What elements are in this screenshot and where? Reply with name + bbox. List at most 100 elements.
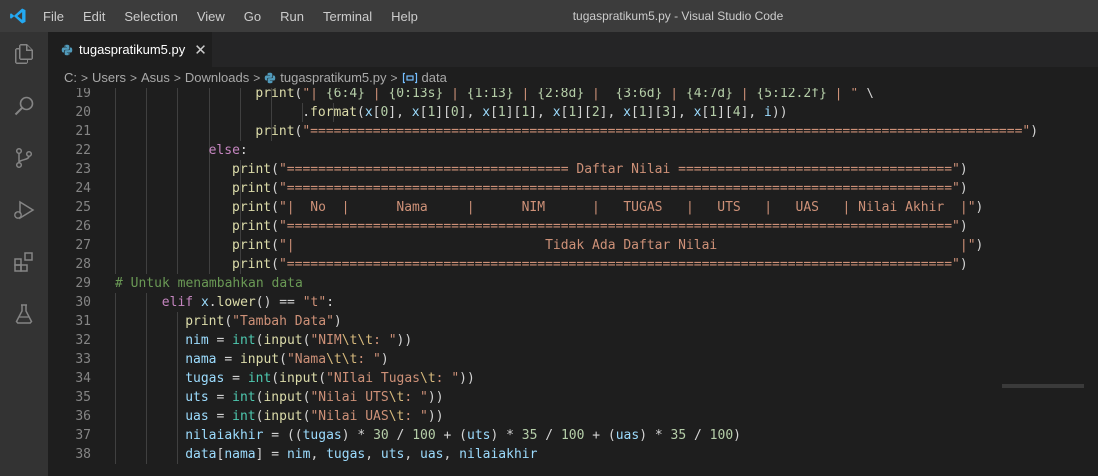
- indent-guide: [208, 179, 210, 198]
- indent-guide: [208, 103, 210, 122]
- code-line[interactable]: 31 print("Tambah Data"): [48, 312, 1098, 331]
- code-text: print("=================================…: [232, 181, 968, 196]
- indent-guide: [177, 255, 179, 274]
- indent-guide: [115, 217, 116, 236]
- line-number: 28: [75, 257, 91, 272]
- indent-guide: [146, 217, 148, 236]
- indent-guide: [146, 388, 148, 407]
- code-line[interactable]: 24 print("===============================…: [48, 179, 1098, 198]
- run-debug-icon[interactable]: [12, 198, 36, 222]
- indent-guide: [271, 103, 272, 122]
- code-line[interactable]: 20 .format(x[0], x[1][0], x[1][1], x[1][2…: [48, 103, 1098, 122]
- line-number: 33: [75, 352, 91, 367]
- code-text: nim = int(input("NIM\t\t: ")): [185, 333, 413, 348]
- source-control-icon[interactable]: [12, 146, 36, 170]
- code-line[interactable]: 26 print("===============================…: [48, 217, 1098, 236]
- files-icon[interactable]: [12, 42, 36, 66]
- horizontal-scrollbar[interactable]: [1002, 384, 1084, 388]
- indent-guide: [146, 255, 148, 274]
- indent-guide: [177, 445, 179, 464]
- variable-symbol-icon: [402, 72, 417, 83]
- code-line[interactable]: 36 uas = int(input("Nilai UAS\t: ")): [48, 407, 1098, 426]
- line-number: 30: [75, 295, 91, 310]
- tab-label: tugaspratikum5.py: [79, 42, 186, 57]
- indent-guide: [115, 350, 116, 369]
- breadcrumb-drive[interactable]: C:: [64, 70, 77, 85]
- indent-guide: [208, 198, 210, 217]
- breadcrumb-file[interactable]: tugaspratikum5.py: [280, 70, 386, 85]
- code-line[interactable]: 38 data[nama] = nim, tugas, uts, uas, nil…: [48, 445, 1098, 464]
- breadcrumb-symbol[interactable]: data: [422, 70, 447, 85]
- indent-guide: [177, 426, 179, 445]
- line-number: 35: [75, 390, 91, 405]
- indent-guide: [208, 122, 210, 141]
- code-line[interactable]: 34 tugas = int(input("NIlai Tugas\t: ")): [48, 369, 1098, 388]
- code-line[interactable]: 30 elif x.lower() == "t":: [48, 293, 1098, 312]
- code-line[interactable]: 33 nama = input("Nama\t\t: "): [48, 350, 1098, 369]
- code-text: # Untuk menambahkan data: [115, 276, 303, 291]
- indent-guide: [177, 141, 179, 160]
- indent-guide: [177, 331, 179, 350]
- indent-guide: [177, 88, 179, 103]
- code-text: print("| No | Nama | NIM | TUGAS | UTS |…: [232, 200, 984, 215]
- code-line[interactable]: 22 else:: [48, 141, 1098, 160]
- code-text: data[nama] = nim, tugas, uts, uas, nilai…: [185, 447, 538, 462]
- breadcrumb-downloads[interactable]: Downloads: [185, 70, 249, 85]
- indent-guide: [146, 236, 148, 255]
- line-number: 24: [75, 181, 91, 196]
- python-file-icon: [61, 44, 73, 55]
- indent-guide: [115, 312, 116, 331]
- indent-guide: [146, 369, 148, 388]
- breadcrumb-users[interactable]: Users: [92, 70, 126, 85]
- indent-guide: [115, 103, 116, 122]
- indent-guide: [115, 293, 116, 312]
- code-line[interactable]: 19 print("| {6:4} | {0:13s} | {1:13} | {2…: [48, 88, 1098, 103]
- search-icon[interactable]: [12, 94, 36, 118]
- code-line[interactable]: 23 print("===============================…: [48, 160, 1098, 179]
- indent-guide: [146, 122, 148, 141]
- code-line[interactable]: 27 print("| Tidak Ada Daftar Nilai |"): [48, 236, 1098, 255]
- indent-guide: [115, 388, 116, 407]
- indent-guide: [146, 160, 148, 179]
- line-number: 29: [75, 276, 91, 291]
- line-number: 20: [75, 105, 91, 120]
- breadcrumb-asus[interactable]: Asus: [141, 70, 170, 85]
- code-line[interactable]: 29 # Untuk menambahkan data: [48, 274, 1098, 293]
- code-text: print("=================================…: [255, 124, 1039, 139]
- code-line[interactable]: 21 print("===============================…: [48, 122, 1098, 141]
- code-line[interactable]: 37 nilaiakhir = ((tugas) * 30 / 100 + (ut…: [48, 426, 1098, 445]
- tab-tugaspratikum5[interactable]: tugaspratikum5.py ✕: [48, 32, 212, 67]
- breadcrumb-separator: >: [173, 70, 181, 85]
- line-number: 38: [75, 447, 91, 462]
- indent-guide: [177, 160, 179, 179]
- indent-guide: [115, 179, 116, 198]
- indent-guide: [239, 88, 241, 103]
- indent-guide: [146, 293, 148, 312]
- window-title: tugaspratikum5.py - Visual Studio Code: [572, 9, 784, 23]
- indent-guide: [177, 369, 179, 388]
- tab-close-icon[interactable]: ✕: [194, 41, 207, 59]
- code-line[interactable]: 28 print("===============================…: [48, 255, 1098, 274]
- code-text: else:: [208, 143, 248, 158]
- indent-guide: [177, 388, 179, 407]
- python-file-icon: [265, 72, 276, 83]
- activity-bar: [0, 32, 48, 476]
- testing-icon[interactable]: [12, 302, 36, 326]
- line-number: 25: [75, 200, 91, 215]
- code-editor[interactable]: 19 print("| {6:4} | {0:13s} | {1:13} | {2…: [48, 88, 1098, 476]
- code-text: print("=================================…: [232, 162, 968, 177]
- code-line[interactable]: 32 nim = int(input("NIM\t\t: ")): [48, 331, 1098, 350]
- code-text: uts = int(input("Nilai UTS\t: ")): [185, 390, 444, 405]
- indent-guide: [146, 179, 148, 198]
- indent-guide: [115, 160, 116, 179]
- indent-guide: [115, 369, 116, 388]
- code-line[interactable]: 25 print("| No | Nama | NIM | TUGAS | UTS…: [48, 198, 1098, 217]
- extensions-icon[interactable]: [12, 250, 36, 274]
- line-number: 34: [75, 371, 91, 386]
- code-line[interactable]: 35 uts = int(input("Nilai UTS\t: ")): [48, 388, 1098, 407]
- indent-guide: [177, 179, 179, 198]
- indent-guide: [208, 236, 210, 255]
- indent-guide: [146, 141, 148, 160]
- code-text: tugas = int(input("NIlai Tugas\t: ")): [185, 371, 475, 386]
- indent-guide: [239, 103, 241, 122]
